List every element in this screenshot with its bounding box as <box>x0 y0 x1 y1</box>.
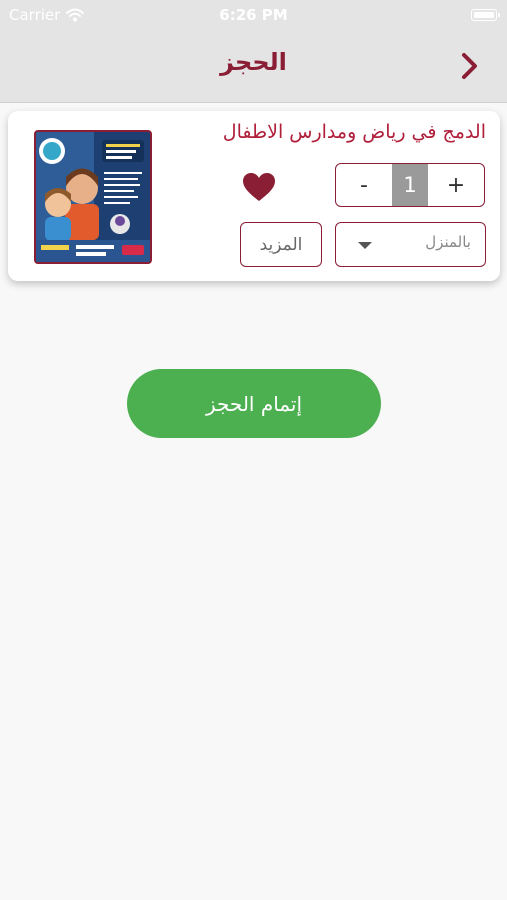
complete-booking-button[interactable]: إتمام الحجز <box>127 369 381 438</box>
delivery-option-select[interactable]: بالمنزل <box>335 222 486 267</box>
poster-graphic <box>36 132 150 262</box>
back-button[interactable] <box>453 50 485 82</box>
chevron-right-icon <box>462 53 477 79</box>
status-time: 6:26 PM <box>219 6 288 24</box>
page-title: الحجز <box>220 48 287 76</box>
delivery-option-value: بالمنزل <box>425 233 471 251</box>
navigation-bar: الحجز <box>0 30 507 103</box>
caret-down-icon <box>358 242 372 249</box>
more-button[interactable]: المزيد <box>240 222 322 267</box>
cart-item-card: الدمج في رياض ومدارس الاطفال - 1 + المزي… <box>8 111 500 281</box>
heart-icon <box>243 173 275 201</box>
increment-button[interactable]: + <box>428 164 484 206</box>
quantity-stepper: - 1 + <box>335 163 485 207</box>
status-bar: Carrier 6:26 PM <box>0 0 507 30</box>
battery-icon <box>471 9 500 21</box>
quantity-value: 1 <box>392 164 428 206</box>
course-title: الدمج في رياض ومدارس الاطفال <box>222 121 486 143</box>
decrement-button[interactable]: - <box>336 164 392 206</box>
favorite-button[interactable] <box>241 171 277 203</box>
course-poster-image <box>34 130 152 264</box>
